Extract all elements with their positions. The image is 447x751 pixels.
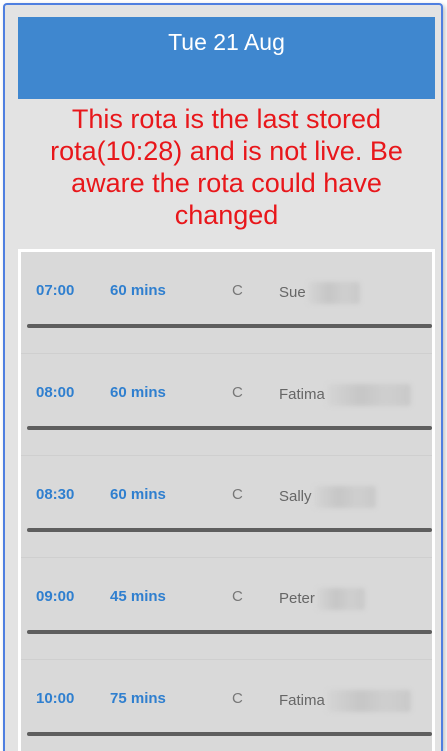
redacted-surname xyxy=(313,486,376,508)
visit-code: C xyxy=(232,384,243,401)
visit-duration: 60 mins xyxy=(110,384,166,401)
client-first-name: Sue xyxy=(279,283,306,301)
client-first-name: Peter xyxy=(279,589,315,607)
row-divider xyxy=(27,630,432,634)
visit-code: C xyxy=(232,588,243,605)
row-divider xyxy=(27,324,432,328)
visit-time: 10:00 xyxy=(36,690,75,707)
visit-time: 08:30 xyxy=(36,486,75,503)
client-first-name: Fatima xyxy=(279,385,325,403)
visit-code: C xyxy=(232,486,243,503)
client-name: Sally xyxy=(279,486,376,508)
visit-time: 07:00 xyxy=(36,282,75,299)
date-header: Tue 21 Aug xyxy=(18,17,435,99)
page-title: Tue 21 Aug xyxy=(168,29,285,55)
row-divider xyxy=(27,528,432,532)
rota-row[interactable]: 09:00 45 mins C Peter xyxy=(21,558,432,660)
row-divider xyxy=(27,732,432,736)
visit-code: C xyxy=(232,282,243,299)
redacted-surname xyxy=(326,384,411,406)
visit-duration: 45 mins xyxy=(110,588,166,605)
rota-row[interactable]: 10:00 75 mins C Fatima xyxy=(21,660,432,751)
offline-rota-warning: This rota is the last stored rota(10:28)… xyxy=(50,104,403,230)
client-name: Fatima xyxy=(279,384,411,406)
visit-duration: 75 mins xyxy=(110,690,166,707)
redacted-surname xyxy=(307,282,360,304)
rota-row[interactable]: 08:00 60 mins C Fatima xyxy=(21,354,432,456)
client-name: Sue xyxy=(279,282,360,304)
client-first-name: Fatima xyxy=(279,691,325,709)
rota-row[interactable]: 07:00 60 mins C Sue xyxy=(21,252,432,354)
client-first-name: Sally xyxy=(279,487,312,505)
visit-time: 09:00 xyxy=(36,588,75,605)
app-window: Tue 21 Aug This rota is the last stored … xyxy=(3,3,443,751)
visit-duration: 60 mins xyxy=(110,282,166,299)
visit-time: 08:00 xyxy=(36,384,75,401)
client-name: Fatima xyxy=(279,690,411,712)
rota-row[interactable]: 08:30 60 mins C Sally xyxy=(21,456,432,558)
visit-duration: 60 mins xyxy=(110,486,166,503)
visit-code: C xyxy=(232,690,243,707)
redacted-surname xyxy=(326,690,411,712)
row-divider xyxy=(27,426,432,430)
rota-list: 07:00 60 mins C Sue 08:00 60 mins C Fati… xyxy=(18,249,435,751)
redacted-surname xyxy=(316,588,365,610)
client-name: Peter xyxy=(279,588,365,610)
